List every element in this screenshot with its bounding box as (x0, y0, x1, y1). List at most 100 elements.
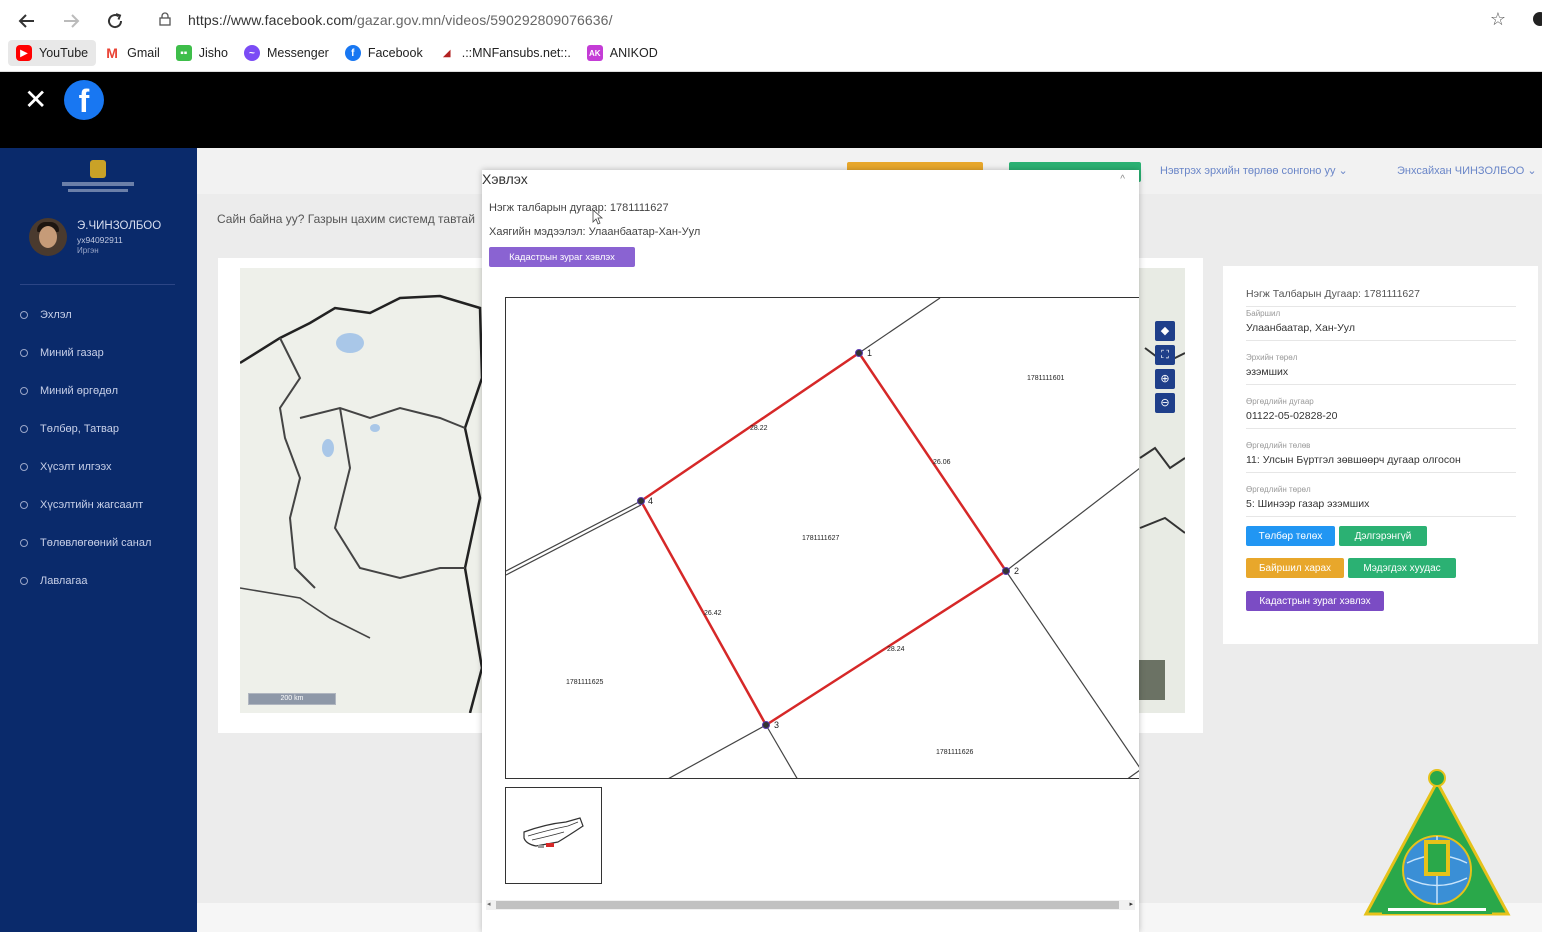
sidebar-item-request-list[interactable]: Хүсэлтийн жагсаалт (20, 486, 190, 524)
cadastral-plot[interactable]: 1 2 3 4 28.22 26.06 28.24 26.42 17811116… (505, 297, 1139, 779)
field-value: эзэмших (1246, 366, 1516, 385)
bookmark-gmail[interactable]: M Gmail (96, 40, 168, 66)
sidebar-menu: Эхлэл Миний газар Миний өргөдөл Төлбөр, … (20, 296, 190, 600)
welcome-text: Сайн байна уу? Газрын цахим системд тавт… (217, 212, 475, 226)
user-name: Э.ЧИНЗОЛБОО (77, 220, 162, 232)
modal-collapse-icon[interactable]: ^ (1120, 174, 1125, 185)
notice-page-button[interactable]: Мэдэгдэх хуудас (1348, 558, 1456, 578)
pay-button[interactable]: Төлбөр төлөх (1246, 526, 1335, 546)
modal-title: Хэвлэх (482, 171, 528, 187)
field-label: Байршил (1246, 309, 1281, 318)
url-host: https://www.facebook.com (188, 12, 354, 28)
detail-button[interactable]: Дэлгэрэнгүй (1339, 526, 1427, 546)
print-modal: Хэвлэх ^ Нэгж талбарын дугаар: 178111162… (482, 170, 1139, 932)
bullet-icon (20, 501, 28, 509)
back-arrow-icon[interactable] (14, 8, 40, 34)
neighbor-boundary-line (1005, 468, 1139, 572)
neighbor-boundary-line (1127, 769, 1139, 778)
sidebar-item-reference[interactable]: Лавлагаа (20, 562, 190, 600)
sidebar-item-home[interactable]: Эхлэл (20, 296, 190, 334)
bookmark-anikod[interactable]: AK ANIKOD (579, 40, 666, 66)
sidebar-item-planning[interactable]: Төлөвлөгөөний санал (20, 524, 190, 562)
vertex-marker[interactable] (762, 721, 770, 729)
agency-emblem-watermark (1362, 768, 1512, 920)
map-scale-bar: 200 km (248, 693, 336, 705)
address-bar[interactable]: https://www.facebook.com/gazar.gov.mn/vi… (144, 6, 1520, 34)
scroll-left-icon[interactable]: ◂ (487, 900, 491, 908)
scroll-right-icon[interactable]: ▸ (1129, 900, 1133, 908)
neighbor-boundary-line (506, 500, 642, 572)
account-menu-link[interactable]: Энхсайхан ЧИНЗОЛБОО ⌄ (1397, 164, 1537, 177)
mouse-cursor-icon (592, 209, 604, 225)
field-label: Эрхийн төрөл (1246, 353, 1298, 362)
bookmark-facebook[interactable]: f Facebook (337, 40, 431, 66)
vertex-label: 2 (1014, 566, 1019, 576)
sidebar-item-label: Хүсэлтийн жагсаалт (40, 499, 144, 511)
side-length-label: 26.42 (704, 610, 722, 617)
bullet-icon (20, 539, 28, 547)
horizontal-scrollbar[interactable]: ◂ ▸ (486, 900, 1135, 910)
profile-icon[interactable] (1533, 12, 1542, 26)
bookmark-youtube[interactable]: ▶ YouTube (8, 40, 97, 66)
neighbor-boundary-line (668, 724, 767, 778)
parcel-number-line: Нэгж талбарын дугаар: 1781111627 (489, 202, 669, 214)
avatar[interactable] (29, 218, 67, 256)
bullet-icon (20, 311, 28, 319)
anikod-icon: AK (586, 45, 603, 61)
sidebar-item-label: Лавлагаа (40, 575, 88, 587)
user-role: Иргэн (77, 246, 99, 255)
bookmark-label: ANIKOD (609, 46, 658, 60)
sidebar-item-my-land[interactable]: Миний газар (20, 334, 190, 372)
bookmark-jisho[interactable]: ▪▪ Jisho (168, 40, 236, 66)
bookmark-label: Jisho (198, 46, 228, 60)
layers-icon[interactable]: ◆ (1155, 321, 1175, 341)
parcel-id-label: 1781111627 (802, 535, 839, 542)
field-value: 5: Шинээр газар эзэмших (1246, 498, 1516, 517)
bookmark-star-icon[interactable]: ☆ (1490, 9, 1506, 30)
bullet-icon (20, 577, 28, 585)
vertex-label: 4 (648, 496, 653, 506)
vertex-marker[interactable] (855, 349, 863, 357)
sidebar-item-send-request[interactable]: Хүсэлт илгээх (20, 448, 190, 486)
zoom-out-icon[interactable]: ⊖ (1155, 393, 1175, 413)
sidebar-item-label: Миний газар (40, 347, 104, 359)
side-length-label: 28.22 (750, 425, 768, 432)
fullscreen-icon[interactable]: ⛶ (1155, 345, 1175, 365)
zoom-in-icon[interactable]: ⊕ (1155, 369, 1175, 389)
side-length-label: 26.06 (933, 459, 951, 466)
vertex-marker[interactable] (1002, 567, 1010, 575)
address-line: Хаягийн мэдээлэл: Улаанбаатар-Хан-Уул (489, 226, 701, 238)
role-select-label: Нэвтрэх эрхийн төрлөө сонгоно уу (1160, 165, 1336, 177)
field-value: Улаанбаатар, Хан-Уул (1246, 322, 1516, 341)
field-value: 11: Улсын Бүртгэл зөвшөөрч дугаар олгосо… (1246, 454, 1516, 473)
field-label: Өргөдлийн төлөв (1246, 441, 1311, 450)
messenger-icon: ~ (243, 45, 260, 61)
bookmark-mnfansubs[interactable]: ◢ .::MNFansubs.net::. (431, 40, 579, 66)
forward-arrow-icon[interactable] (58, 8, 84, 34)
bookmark-label: Facebook (367, 46, 423, 60)
side-length-label: 28.24 (887, 646, 905, 653)
view-location-button[interactable]: Байршил харах (1246, 558, 1344, 578)
gmail-icon: M (106, 45, 118, 61)
print-cadastre-modal-button[interactable]: Кадастрын зураг хэвлэх (489, 247, 635, 267)
print-cadastre-button[interactable]: Кадастрын зураг хэвлэх (1246, 591, 1384, 611)
vertex-marker[interactable] (637, 497, 645, 505)
close-icon[interactable]: ✕ (24, 86, 47, 114)
sidebar-divider (20, 284, 175, 285)
bookmarks-bar: ▶ YouTube M Gmail ▪▪ Jisho ~ Messenger f… (8, 40, 666, 66)
sidebar-item-my-applications[interactable]: Миний өргөдөл (20, 372, 190, 410)
bookmark-label: YouTube (39, 46, 89, 60)
sidebar-item-label: Хүсэлт илгээх (40, 461, 112, 473)
sidebar-item-payments[interactable]: Төлбөр, Татвар (20, 410, 190, 448)
bookmark-messenger[interactable]: ~ Messenger (236, 40, 337, 66)
bullet-icon (20, 463, 28, 471)
sidebar-item-label: Төлөвлөгөөний санал (40, 537, 152, 549)
youtube-icon: ▶ (16, 45, 32, 61)
parcel-info-card: Нэгж Талбарын Дугаар: 1781111627 Байршил… (1223, 266, 1538, 644)
facebook-logo-icon[interactable]: f (64, 80, 104, 120)
sidebar-item-label: Миний өргөдөл (40, 385, 119, 397)
reload-icon[interactable] (102, 8, 128, 34)
role-select-link[interactable]: Нэвтрэх эрхийн төрлөө сонгоно уу ⌄ (1160, 164, 1348, 177)
url-path: /gazar.gov.mn/videos/590292809076636/ (353, 12, 613, 28)
scrollbar-thumb[interactable] (496, 901, 1119, 909)
